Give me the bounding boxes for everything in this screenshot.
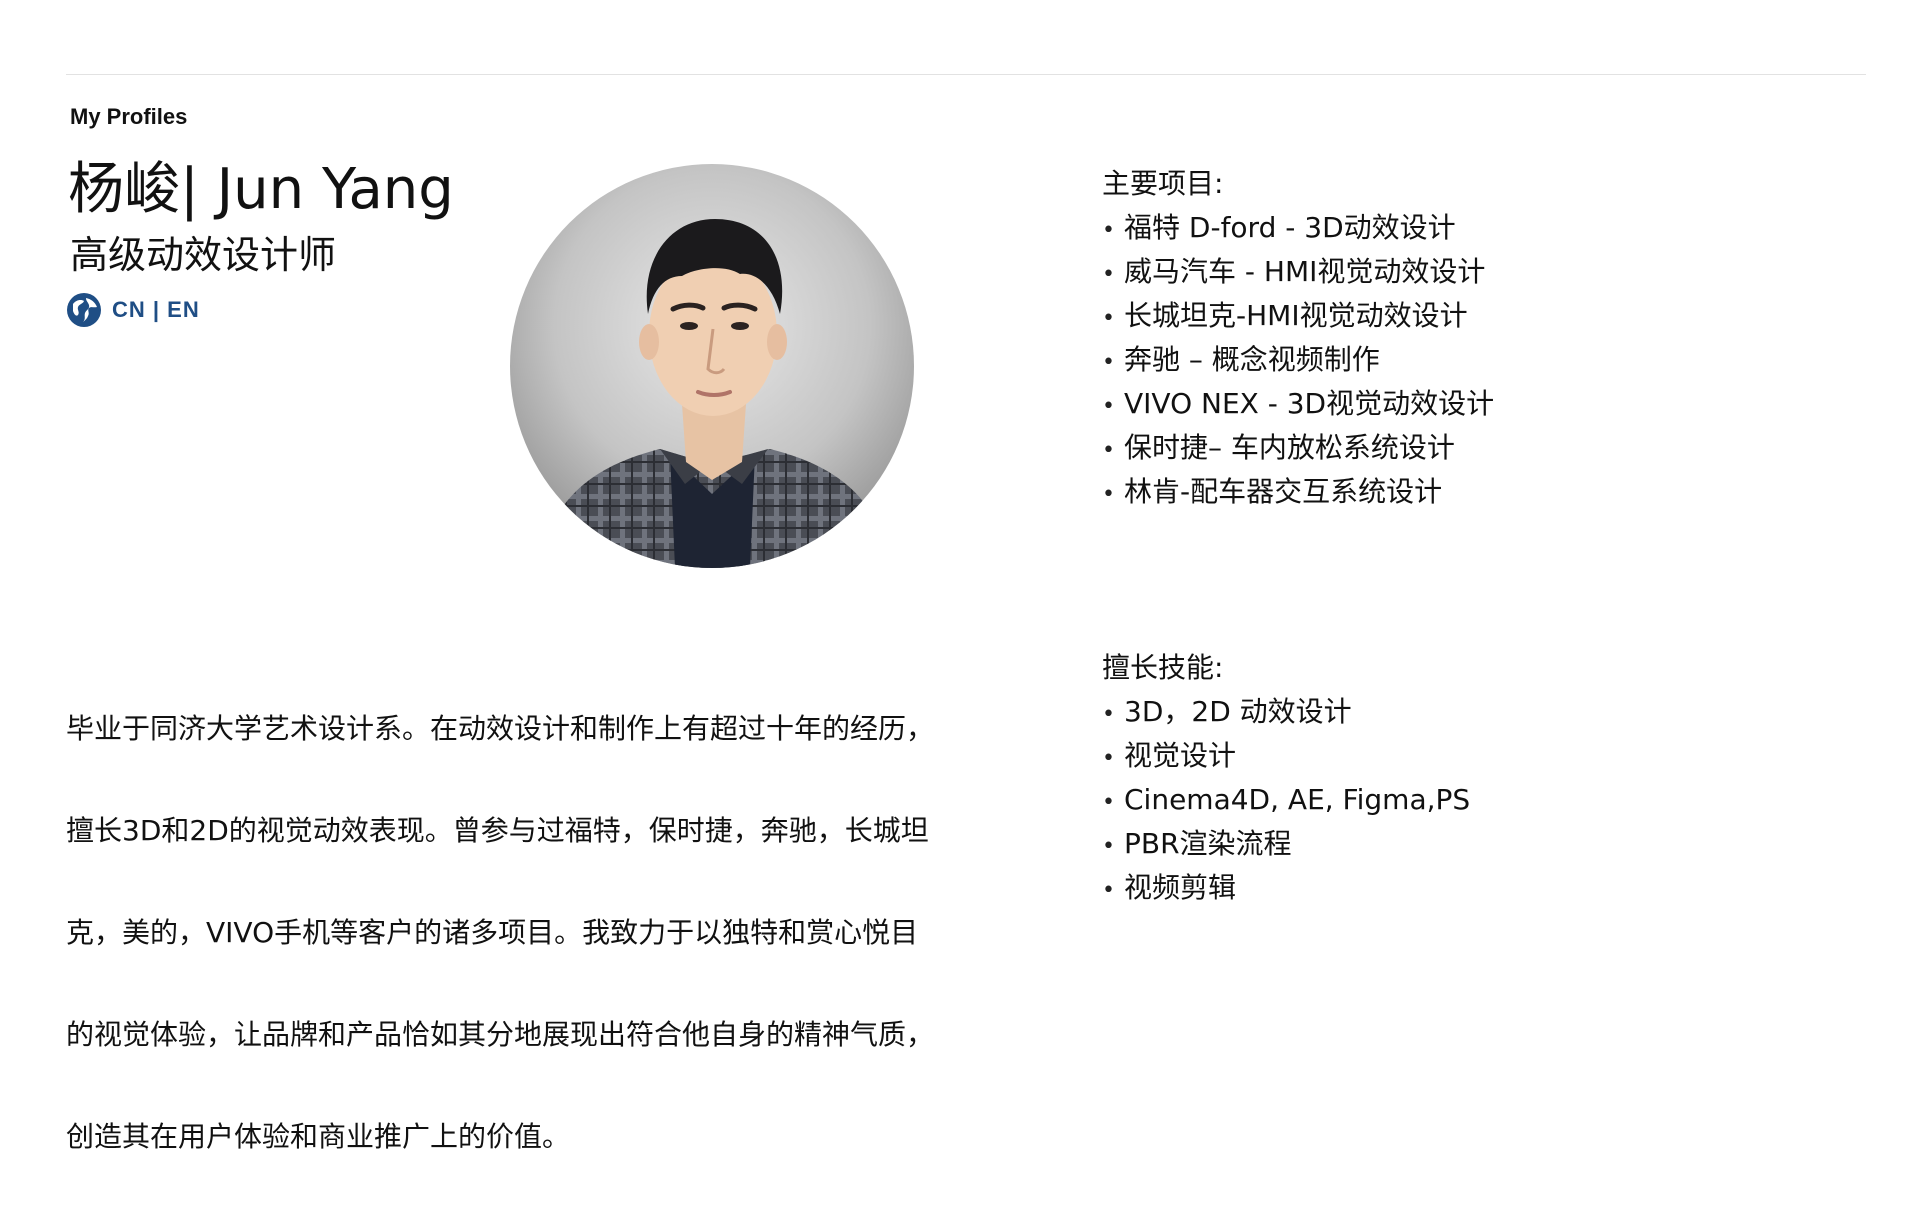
top-divider [66,74,1866,75]
projects-section: 主要项目: • 福特 D-ford - 3D动效设计 • 威马汽车 - HMI视觉动… [1102,162,1494,514]
bullet-dot: • [1102,878,1115,903]
bullet-dot: • [1102,834,1115,859]
portrait-image [510,164,914,568]
list-item: • 福特 D-ford - 3D动效设计 [1102,206,1494,250]
skills-section: 擅长技能: • 3D，2D 动效设计 • 视觉设计 • Cinema4D, AE, F… [1102,646,1470,910]
project-item-text: 奔驰 – 概念视频制作 [1124,343,1380,376]
bullet-dot: • [1102,218,1115,243]
bio-paragraph: 毕业于同济大学艺术设计系。在动效设计和制作上有超过十年的经历， 擅长3D和2D的… [66,652,946,1213]
project-item-text: VIVO NEX - 3D视觉动效设计 [1124,387,1495,420]
profile-name: 杨峻| Jun Yang [68,157,454,222]
bio-line: 毕业于同济大学艺术设计系。在动效设计和制作上有超过十年的经历， [66,712,935,745]
bio-line: 的视觉体验，让品牌和产品恰如其分地展现出符合他自身的精神气质， [66,1018,935,1051]
bullet-dot: • [1102,350,1115,375]
skills-heading: 擅长技能: [1102,651,1224,684]
bio-line: 擅长3D和2D的视觉动效表现。曾参与过福特，保时捷，奔驰，长城坦 [66,814,929,847]
list-item: • 视频剪辑 [1102,866,1470,910]
list-item: • Cinema4D, AE, Figma,PS [1102,778,1470,822]
list-item: • 奔驰 – 概念视频制作 [1102,338,1494,382]
bullet-dot: • [1102,790,1115,815]
skill-item-text: Cinema4D, AE, Figma,PS [1124,783,1471,816]
profile-portrait [510,164,914,568]
list-item: • 威马汽车 - HMI视觉动效设计 [1102,250,1494,294]
bullet-dot: • [1102,482,1115,507]
bullet-dot: • [1102,438,1115,463]
list-item: • PBR渲染流程 [1102,822,1470,866]
list-item: • 3D，2D 动效设计 [1102,690,1470,734]
language-switch[interactable]: CN | EN [66,292,200,328]
bio-line: 克，美的，VIVO手机等客户的诸多项目。我致力于以独特和赏心悦目 [66,916,919,949]
section-label: My Profiles [70,104,188,129]
list-item: • 林肯-配车器交互系统设计 [1102,470,1494,514]
bullet-dot: • [1102,394,1115,419]
globe-icon [67,293,101,327]
project-item-text: 威马汽车 - HMI视觉动效设计 [1124,255,1486,288]
bullet-dot: • [1102,702,1115,727]
project-item-text: 林肯-配车器交互系统设计 [1124,475,1443,508]
bio-line: 创造其在用户体验和商业推广上的价值。 [66,1120,571,1153]
skills-list: • 3D，2D 动效设计 • 视觉设计 • Cinema4D, AE, Figma,P… [1102,690,1470,910]
skill-item-text: 3D，2D 动效设计 [1124,695,1352,728]
skill-item-text: 视觉设计 [1124,739,1237,772]
bullet-dot: • [1102,262,1115,287]
bullet-dot: • [1102,746,1115,771]
bullet-dot: • [1102,306,1115,331]
skill-item-text: 视频剪辑 [1124,871,1237,904]
language-switch-label: CN | EN [112,297,200,322]
list-item: • 长城坦克-HMI视觉动效设计 [1102,294,1494,338]
skill-item-text: PBR渲染流程 [1124,827,1292,860]
list-item: • 保时捷– 车内放松系统设计 [1102,426,1494,470]
list-item: • 视觉设计 [1102,734,1470,778]
projects-list: • 福特 D-ford - 3D动效设计 • 威马汽车 - HMI视觉动效设计 • 长… [1102,206,1494,514]
project-item-text: 福特 D-ford - 3D动效设计 [1124,211,1456,244]
profile-role: 高级动效设计师 [70,233,337,277]
project-item-text: 保时捷– 车内放松系统设计 [1124,431,1455,464]
project-item-text: 长城坦克-HMI视觉动效设计 [1124,299,1468,332]
projects-heading: 主要项目: [1102,167,1224,200]
list-item: • VIVO NEX - 3D视觉动效设计 [1102,382,1494,426]
